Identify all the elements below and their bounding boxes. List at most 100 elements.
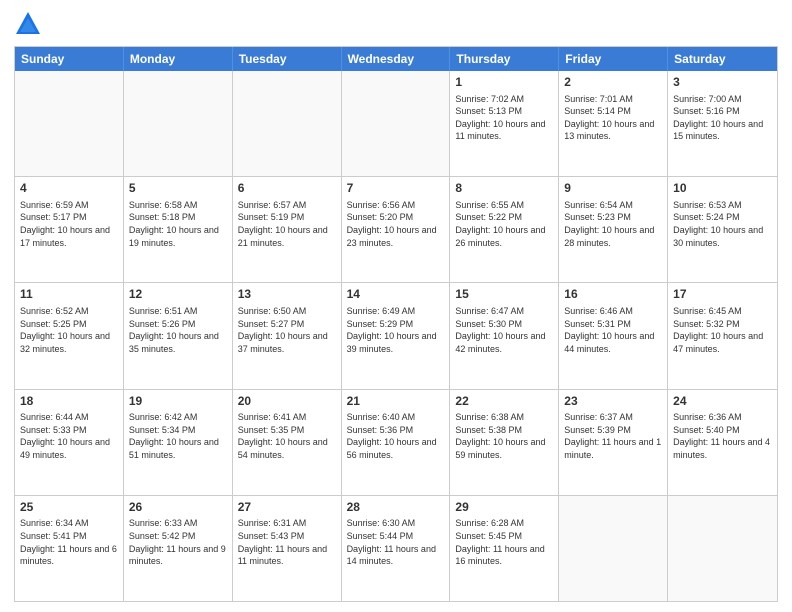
calendar-day-10: 10 Sunrise: 6:53 AM Sunset: 5:24 PM Dayli…	[668, 177, 777, 282]
calendar-header: SundayMondayTuesdayWednesdayThursdayFrid…	[15, 47, 777, 71]
day-number: 22	[455, 394, 553, 410]
day-number: 20	[238, 394, 336, 410]
calendar-day-24: 24Sunrise: 6:36 AM Sunset: 5:40 PM Dayli…	[668, 390, 777, 495]
cell-sun-info: Sunrise: 6:38 AM Sunset: 5:38 PM Dayligh…	[455, 411, 553, 461]
day-number: 25	[20, 500, 118, 516]
calendar-day-26: 26Sunrise: 6:33 AM Sunset: 5:42 PM Dayli…	[124, 496, 233, 601]
calendar-empty-cell	[124, 71, 233, 176]
calendar-day-13: 13 Sunrise: 6:50 AM Sunset: 5:27 PM Dayli…	[233, 283, 342, 388]
day-number: 13	[238, 287, 336, 303]
cell-sun-info: Sunrise: 6:42 AM Sunset: 5:34 PM Dayligh…	[129, 411, 227, 461]
calendar-day-28: 28Sunrise: 6:30 AM Sunset: 5:44 PM Dayli…	[342, 496, 451, 601]
cell-sun-info: Sunrise: 6:51 AM Sunset: 5:26 PM Dayligh…	[129, 305, 227, 355]
cell-sun-info: Sunrise: 6:50 AM Sunset: 5:27 PM Dayligh…	[238, 305, 336, 355]
cell-sun-info: Sunrise: 7:02 AM Sunset: 5:13 PM Dayligh…	[455, 93, 553, 143]
calendar-day-23: 23Sunrise: 6:37 AM Sunset: 5:39 PM Dayli…	[559, 390, 668, 495]
cell-sun-info: Sunrise: 6:44 AM Sunset: 5:33 PM Dayligh…	[20, 411, 118, 461]
cell-sun-info: Sunrise: 6:28 AM Sunset: 5:45 PM Dayligh…	[455, 517, 553, 567]
logo	[14, 10, 45, 38]
day-number: 24	[673, 394, 772, 410]
calendar-week-1: 1Sunrise: 7:02 AM Sunset: 5:13 PM Daylig…	[15, 71, 777, 177]
calendar-day-29: 29Sunrise: 6:28 AM Sunset: 5:45 PM Dayli…	[450, 496, 559, 601]
calendar-day-21: 21Sunrise: 6:40 AM Sunset: 5:36 PM Dayli…	[342, 390, 451, 495]
day-number: 29	[455, 500, 553, 516]
calendar-day-25: 25Sunrise: 6:34 AM Sunset: 5:41 PM Dayli…	[15, 496, 124, 601]
day-number: 15	[455, 287, 553, 303]
cell-sun-info: Sunrise: 6:56 AM Sunset: 5:20 PM Dayligh…	[347, 199, 445, 249]
cell-sun-info: Sunrise: 7:00 AM Sunset: 5:16 PM Dayligh…	[673, 93, 772, 143]
day-number: 3	[673, 75, 772, 91]
day-number: 19	[129, 394, 227, 410]
day-number: 5	[129, 181, 227, 197]
cell-sun-info: Sunrise: 7:01 AM Sunset: 5:14 PM Dayligh…	[564, 93, 662, 143]
calendar-empty-cell	[559, 496, 668, 601]
day-number: 11	[20, 287, 118, 303]
calendar-day-20: 20Sunrise: 6:41 AM Sunset: 5:35 PM Dayli…	[233, 390, 342, 495]
calendar-day-7: 7 Sunrise: 6:56 AM Sunset: 5:20 PM Daylig…	[342, 177, 451, 282]
calendar-day-27: 27Sunrise: 6:31 AM Sunset: 5:43 PM Dayli…	[233, 496, 342, 601]
day-number: 12	[129, 287, 227, 303]
cell-sun-info: Sunrise: 6:40 AM Sunset: 5:36 PM Dayligh…	[347, 411, 445, 461]
calendar-day-15: 15 Sunrise: 6:47 AM Sunset: 5:30 PM Dayli…	[450, 283, 559, 388]
calendar-day-1: 1Sunrise: 7:02 AM Sunset: 5:13 PM Daylig…	[450, 71, 559, 176]
cell-sun-info: Sunrise: 6:58 AM Sunset: 5:18 PM Dayligh…	[129, 199, 227, 249]
cell-sun-info: Sunrise: 6:59 AM Sunset: 5:17 PM Dayligh…	[20, 199, 118, 249]
cell-sun-info: Sunrise: 6:36 AM Sunset: 5:40 PM Dayligh…	[673, 411, 772, 461]
calendar-day-9: 9Sunrise: 6:54 AM Sunset: 5:23 PM Daylig…	[559, 177, 668, 282]
cell-sun-info: Sunrise: 6:49 AM Sunset: 5:29 PM Dayligh…	[347, 305, 445, 355]
cell-sun-info: Sunrise: 6:47 AM Sunset: 5:30 PM Dayligh…	[455, 305, 553, 355]
header-day-tuesday: Tuesday	[233, 47, 342, 71]
calendar-day-19: 19Sunrise: 6:42 AM Sunset: 5:34 PM Dayli…	[124, 390, 233, 495]
cell-sun-info: Sunrise: 6:46 AM Sunset: 5:31 PM Dayligh…	[564, 305, 662, 355]
calendar-day-17: 17Sunrise: 6:45 AM Sunset: 5:32 PM Dayli…	[668, 283, 777, 388]
calendar-week-2: 4 Sunrise: 6:59 AM Sunset: 5:17 PM Daylig…	[15, 177, 777, 283]
day-number: 7	[347, 181, 445, 197]
day-number: 14	[347, 287, 445, 303]
header-day-wednesday: Wednesday	[342, 47, 451, 71]
day-number: 26	[129, 500, 227, 516]
calendar-day-4: 4 Sunrise: 6:59 AM Sunset: 5:17 PM Daylig…	[15, 177, 124, 282]
cell-sun-info: Sunrise: 6:33 AM Sunset: 5:42 PM Dayligh…	[129, 517, 227, 567]
calendar-day-22: 22Sunrise: 6:38 AM Sunset: 5:38 PM Dayli…	[450, 390, 559, 495]
day-number: 18	[20, 394, 118, 410]
day-number: 27	[238, 500, 336, 516]
cell-sun-info: Sunrise: 6:52 AM Sunset: 5:25 PM Dayligh…	[20, 305, 118, 355]
calendar-week-5: 25Sunrise: 6:34 AM Sunset: 5:41 PM Dayli…	[15, 496, 777, 601]
header-day-thursday: Thursday	[450, 47, 559, 71]
day-number: 10	[673, 181, 772, 197]
header	[14, 10, 778, 38]
header-day-saturday: Saturday	[668, 47, 777, 71]
cell-sun-info: Sunrise: 6:34 AM Sunset: 5:41 PM Dayligh…	[20, 517, 118, 567]
calendar-day-18: 18Sunrise: 6:44 AM Sunset: 5:33 PM Dayli…	[15, 390, 124, 495]
cell-sun-info: Sunrise: 6:55 AM Sunset: 5:22 PM Dayligh…	[455, 199, 553, 249]
calendar-day-12: 12 Sunrise: 6:51 AM Sunset: 5:26 PM Dayli…	[124, 283, 233, 388]
calendar-empty-cell	[342, 71, 451, 176]
header-day-monday: Monday	[124, 47, 233, 71]
calendar-empty-cell	[15, 71, 124, 176]
cell-sun-info: Sunrise: 6:41 AM Sunset: 5:35 PM Dayligh…	[238, 411, 336, 461]
day-number: 16	[564, 287, 662, 303]
page: SundayMondayTuesdayWednesdayThursdayFrid…	[0, 0, 792, 612]
calendar: SundayMondayTuesdayWednesdayThursdayFrid…	[14, 46, 778, 602]
cell-sun-info: Sunrise: 6:31 AM Sunset: 5:43 PM Dayligh…	[238, 517, 336, 567]
calendar-day-2: 2 Sunrise: 7:01 AM Sunset: 5:14 PM Daylig…	[559, 71, 668, 176]
day-number: 2	[564, 75, 662, 91]
calendar-day-6: 6Sunrise: 6:57 AM Sunset: 5:19 PM Daylig…	[233, 177, 342, 282]
calendar-day-3: 3 Sunrise: 7:00 AM Sunset: 5:16 PM Daylig…	[668, 71, 777, 176]
calendar-day-5: 5 Sunrise: 6:58 AM Sunset: 5:18 PM Daylig…	[124, 177, 233, 282]
cell-sun-info: Sunrise: 6:37 AM Sunset: 5:39 PM Dayligh…	[564, 411, 662, 461]
header-day-sunday: Sunday	[15, 47, 124, 71]
day-number: 4	[20, 181, 118, 197]
calendar-week-4: 18Sunrise: 6:44 AM Sunset: 5:33 PM Dayli…	[15, 390, 777, 496]
cell-sun-info: Sunrise: 6:57 AM Sunset: 5:19 PM Dayligh…	[238, 199, 336, 249]
cell-sun-info: Sunrise: 6:53 AM Sunset: 5:24 PM Dayligh…	[673, 199, 772, 249]
calendar-day-14: 14 Sunrise: 6:49 AM Sunset: 5:29 PM Dayli…	[342, 283, 451, 388]
day-number: 9	[564, 181, 662, 197]
day-number: 17	[673, 287, 772, 303]
day-number: 28	[347, 500, 445, 516]
calendar-day-8: 8Sunrise: 6:55 AM Sunset: 5:22 PM Daylig…	[450, 177, 559, 282]
day-number: 21	[347, 394, 445, 410]
calendar-empty-cell	[668, 496, 777, 601]
cell-sun-info: Sunrise: 6:30 AM Sunset: 5:44 PM Dayligh…	[347, 517, 445, 567]
day-number: 23	[564, 394, 662, 410]
